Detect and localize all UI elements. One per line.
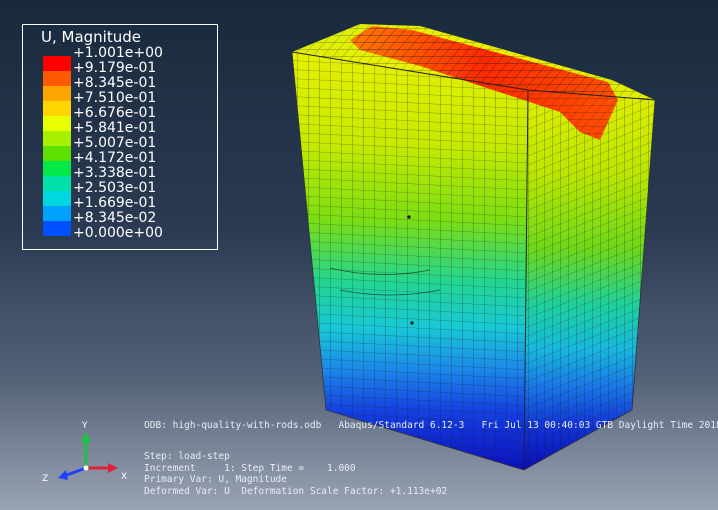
legend-band: [43, 191, 71, 206]
legend-band: [43, 161, 71, 176]
primary-var: Primary Var: U, Magnitude: [144, 474, 287, 485]
step-name: Step: load-step: [144, 451, 230, 462]
legend-band: [43, 116, 71, 131]
legend-band: [43, 101, 71, 116]
legend-band: [43, 206, 71, 221]
legend-value: +9.179e-01: [73, 60, 157, 76]
legend-value: +1.001e+00: [73, 45, 163, 61]
legend-value: +5.007e-01: [73, 135, 157, 151]
orientation-triad: Y X Z: [30, 420, 140, 490]
legend-color-bar: [43, 56, 71, 236]
legend-value: +5.841e-01: [73, 120, 157, 136]
solver-version: Abaqus/Standard 6.12-3: [338, 420, 465, 431]
legend-value: +8.345e-01: [73, 75, 157, 91]
z-axis-label: Z: [42, 474, 49, 484]
increment-info: Increment 1: Step Time = 1.000: [144, 462, 356, 474]
odb-info-line: ODB: high-quality-with-rods.odb Abaqus/S…: [144, 420, 718, 432]
legend-band: [43, 176, 71, 191]
deformed-var: Deformed Var: U Deformation Scale Factor…: [144, 485, 448, 497]
y-axis-label: Y: [82, 421, 88, 431]
contour-legend[interactable]: U, Magnitude +1.001e+00 +9.179e-01 +8.345e…: [22, 24, 218, 250]
x-axis-label: X: [121, 472, 128, 482]
legend-value: +4.172e-01: [73, 150, 157, 166]
legend-band: [43, 56, 71, 71]
legend-band: [43, 86, 71, 101]
legend-labels: +1.001e+00 +9.179e-01 +8.345e-01 +7.510e-01…: [73, 46, 163, 241]
viewport[interactable]: U, Magnitude +1.001e+00 +9.179e-01 +8.345e…: [0, 0, 718, 510]
legend-value: +8.345e-02: [73, 210, 157, 226]
legend-value: +3.338e-01: [73, 165, 157, 181]
legend-band: [43, 131, 71, 146]
step-info: Step: load-step Increment 1: Step Time = …: [144, 451, 447, 497]
legend-value: +1.669e-01: [73, 195, 157, 211]
legend-band: [43, 221, 71, 236]
legend-value: +2.503e-01: [73, 180, 157, 196]
legend-value: +7.510e-01: [73, 90, 157, 106]
odb-name: ODB: high-quality-with-rods.odb: [144, 420, 322, 431]
legend-value: +6.676e-01: [73, 105, 157, 121]
legend-band: [43, 146, 71, 161]
legend-value: +0.000e+00: [73, 225, 163, 241]
run-timestamp: Fri Jul 13 00:40:03 GTB Daylight Time 20…: [481, 420, 718, 431]
legend-band: [43, 71, 71, 86]
legend-title: U, Magnitude: [41, 28, 141, 46]
